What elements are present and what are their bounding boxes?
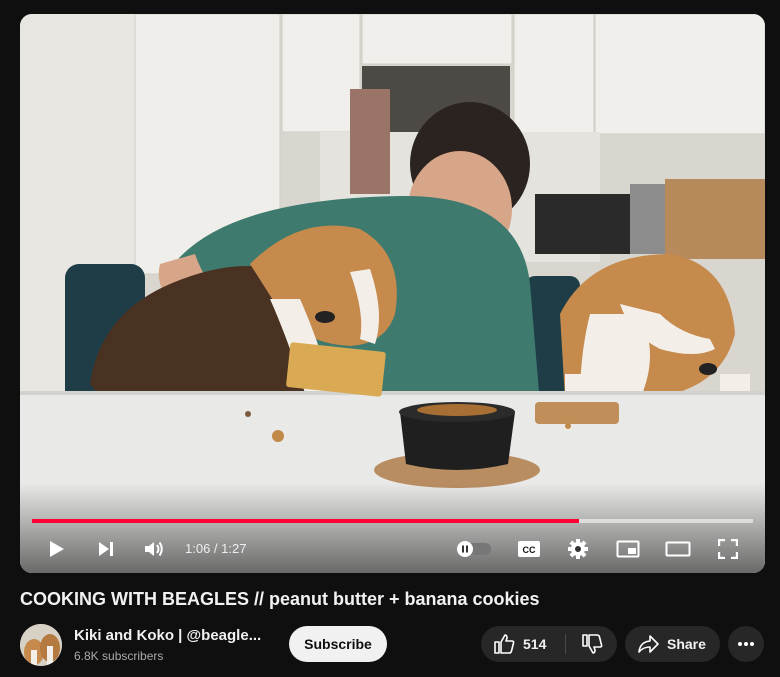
- player-controls: 1:06 / 1:27 CC: [20, 529, 765, 569]
- time-current: 1:06: [185, 541, 211, 556]
- next-button[interactable]: [92, 537, 120, 561]
- autoplay-toggle-icon: [457, 541, 491, 557]
- captions-button[interactable]: CC: [516, 537, 542, 561]
- fullscreen-button[interactable]: [715, 537, 741, 561]
- progress-bar[interactable]: [32, 519, 753, 523]
- share-icon: [638, 635, 659, 653]
- miniplayer-button[interactable]: [614, 537, 642, 561]
- theater-button[interactable]: [663, 537, 693, 561]
- progress-played: [32, 519, 579, 523]
- cc-icon: CC: [518, 541, 540, 557]
- gear-icon: [568, 539, 588, 559]
- watch-page: 1:06 / 1:27 CC COOKING WITH BEAGLES // p…: [0, 0, 780, 677]
- share-label: Share: [667, 636, 706, 652]
- volume-icon: [145, 541, 163, 557]
- channel-name[interactable]: Kiki and Koko | @beagle...: [74, 627, 261, 644]
- channel-avatar[interactable]: [20, 624, 62, 666]
- next-icon: [99, 542, 113, 556]
- video-title: COOKING WITH BEAGLES // peanut butter + …: [20, 589, 540, 609]
- subscribe-button[interactable]: Subscribe: [289, 626, 387, 662]
- thumbs-up-icon: [494, 634, 515, 654]
- autoplay-toggle[interactable]: [457, 537, 493, 561]
- like-count: 514: [523, 636, 547, 652]
- more-horizontal-icon: [738, 642, 754, 646]
- time-display: 1:06 / 1:27: [185, 541, 246, 556]
- settings-button[interactable]: [565, 537, 591, 561]
- video-player[interactable]: 1:06 / 1:27 CC: [20, 14, 765, 573]
- subscriber-count: 6.8K subscribers: [74, 649, 164, 663]
- thumbs-down-icon: [581, 634, 602, 654]
- mute-button[interactable]: [140, 537, 168, 561]
- time-separator: /: [210, 541, 222, 556]
- time-total: 1:27: [221, 541, 247, 556]
- more-actions-button[interactable]: [728, 626, 764, 662]
- theater-icon: [665, 541, 691, 557]
- play-icon: [50, 541, 64, 557]
- share-button[interactable]: Share: [625, 626, 720, 662]
- like-button[interactable]: 514: [481, 626, 565, 662]
- fullscreen-icon: [718, 539, 738, 559]
- play-button[interactable]: [42, 537, 70, 561]
- channel-avatar-image: [20, 624, 62, 666]
- like-dislike-group: 514: [481, 626, 617, 662]
- cc-label: CC: [523, 545, 536, 555]
- dislike-button[interactable]: [566, 626, 617, 662]
- miniplayer-icon: [616, 540, 640, 558]
